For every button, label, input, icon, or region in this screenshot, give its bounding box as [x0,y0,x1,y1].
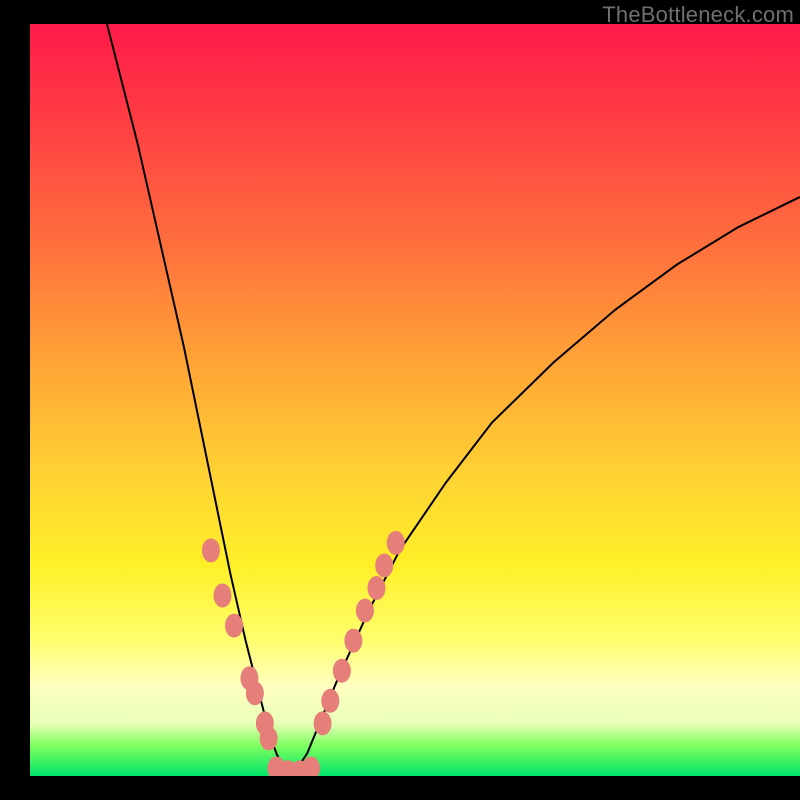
bead-left-6 [260,726,278,750]
bead-left-2 [225,614,243,638]
bead-right-5 [368,576,386,600]
bead-bottom-3 [302,756,320,776]
bead-left-4 [246,681,264,705]
bead-right-6 [375,553,393,577]
bead-left-1 [214,584,232,608]
bead-left-0 [202,538,220,562]
right-curve [292,197,800,776]
bead-right-4 [356,599,374,623]
bead-right-2 [333,659,351,683]
bead-right-7 [387,531,405,555]
bead-right-0 [314,711,332,735]
chart-frame: TheBottleneck.com [0,0,800,800]
bead-right-3 [344,629,362,653]
bead-right-1 [321,689,339,713]
beads-group [202,531,405,776]
watermark-text: TheBottleneck.com [602,2,794,28]
plot-area [30,24,800,776]
left-curve [107,24,292,776]
chart-svg [30,24,800,776]
